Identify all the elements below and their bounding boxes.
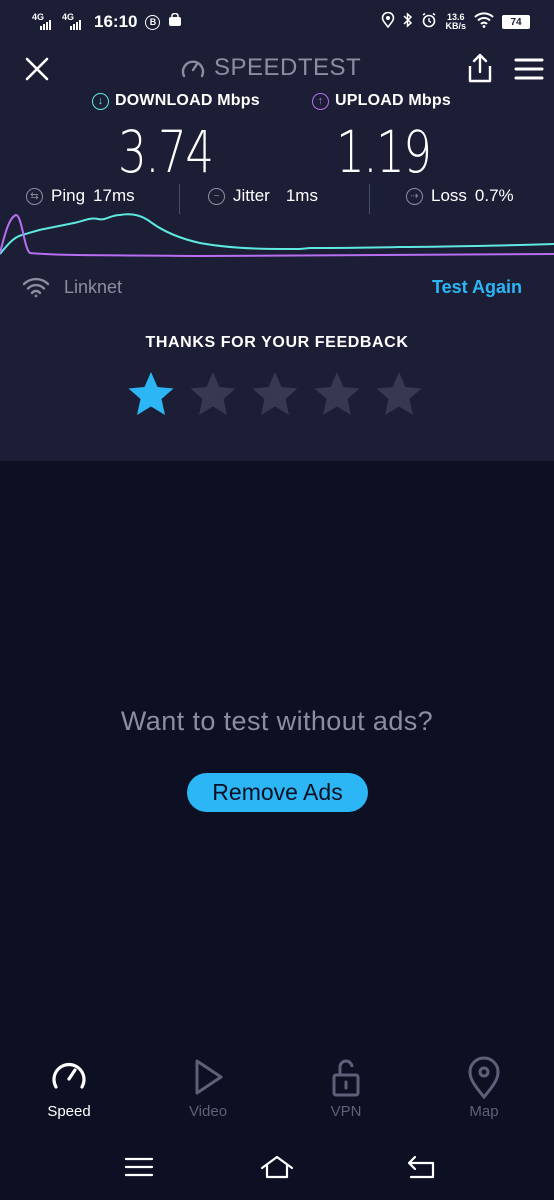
speedometer-logo-icon — [181, 60, 205, 78]
wifi-icon — [22, 277, 50, 298]
isp-name: Linknet — [64, 276, 123, 297]
jitter-stat: ~ Jitter 1ms — [208, 186, 318, 206]
play-icon — [195, 1059, 223, 1095]
star-icon[interactable] — [188, 369, 238, 419]
alarm-icon — [421, 12, 437, 33]
ping-stat: ⇆ Ping 17ms — [26, 186, 135, 206]
app-title-text: SPEEDTEST — [214, 54, 362, 81]
tab-speed[interactable]: Speed — [19, 1055, 119, 1120]
cellular-signal-icon-2: 4G — [62, 12, 86, 30]
cellular-signal-icon: 4G — [32, 12, 54, 30]
battery-icon: 74 — [502, 15, 530, 29]
location-icon — [381, 11, 395, 33]
star-icon[interactable] — [250, 369, 300, 419]
tab-vpn[interactable]: VPN — [296, 1055, 396, 1120]
app-header: SPEEDTEST — [0, 44, 554, 94]
star-icon[interactable] — [312, 369, 362, 419]
recents-menu-icon[interactable] — [121, 1152, 157, 1182]
status-bar: 4G 4G 16:10 B 13.6 KB/s 74 — [0, 0, 554, 44]
star-icon[interactable] — [374, 369, 424, 419]
back-icon[interactable] — [403, 1152, 439, 1182]
remove-ads-button[interactable]: Remove Ads — [187, 773, 368, 812]
results-panel: SPEEDTEST ↓ DOWNLOAD Mbps ↑ UPLOAD Mbps … — [0, 44, 554, 461]
loss-icon: ⇢ — [406, 187, 423, 205]
wifi-icon — [474, 11, 494, 33]
download-arrow-icon: ↓ — [92, 92, 109, 110]
feedback-title: THANKS FOR YOUR FEEDBACK — [145, 334, 409, 351]
b-badge-icon: B — [145, 14, 161, 30]
tab-map[interactable]: Map — [434, 1055, 534, 1120]
star-rating — [126, 369, 424, 419]
jitter-icon: ~ — [208, 187, 225, 205]
upload-arrow-icon: ↑ — [312, 92, 329, 110]
star-icon[interactable] — [126, 369, 176, 419]
system-navigation — [0, 1140, 554, 1200]
ping-icon: ⇆ — [26, 187, 43, 205]
home-icon[interactable] — [259, 1152, 295, 1182]
tab-video[interactable]: Video — [158, 1055, 258, 1120]
unlock-icon — [332, 1059, 360, 1097]
upload-value: 1.19 — [336, 118, 432, 186]
share-icon[interactable] — [466, 52, 494, 84]
speedometer-icon — [52, 1062, 86, 1089]
test-again-button[interactable]: Test Again — [432, 277, 522, 298]
speed-graph — [0, 213, 554, 258]
download-value: 3.74 — [118, 118, 214, 186]
menu-icon[interactable] — [514, 56, 544, 82]
bluetooth-icon — [403, 11, 413, 33]
network-speed: 13.6 KB/s — [445, 12, 466, 31]
store-notification-icon — [168, 12, 182, 32]
close-icon[interactable] — [22, 54, 52, 84]
download-graph-line — [0, 213, 554, 255]
remove-ads-prompt: Want to test without ads? — [120, 706, 434, 736]
isp-info: Linknet — [22, 276, 122, 298]
bottom-tab-bar: Speed Video VPN Map — [0, 1055, 554, 1130]
download-label: ↓ DOWNLOAD Mbps — [92, 92, 260, 110]
loss-stat: ⇢ Loss 0.7% — [406, 186, 514, 206]
app-title: SPEEDTEST — [180, 54, 361, 82]
map-pin-icon — [468, 1056, 500, 1099]
clock: 16:10 — [94, 12, 138, 31]
upload-label: ↑ UPLOAD Mbps — [312, 92, 451, 110]
